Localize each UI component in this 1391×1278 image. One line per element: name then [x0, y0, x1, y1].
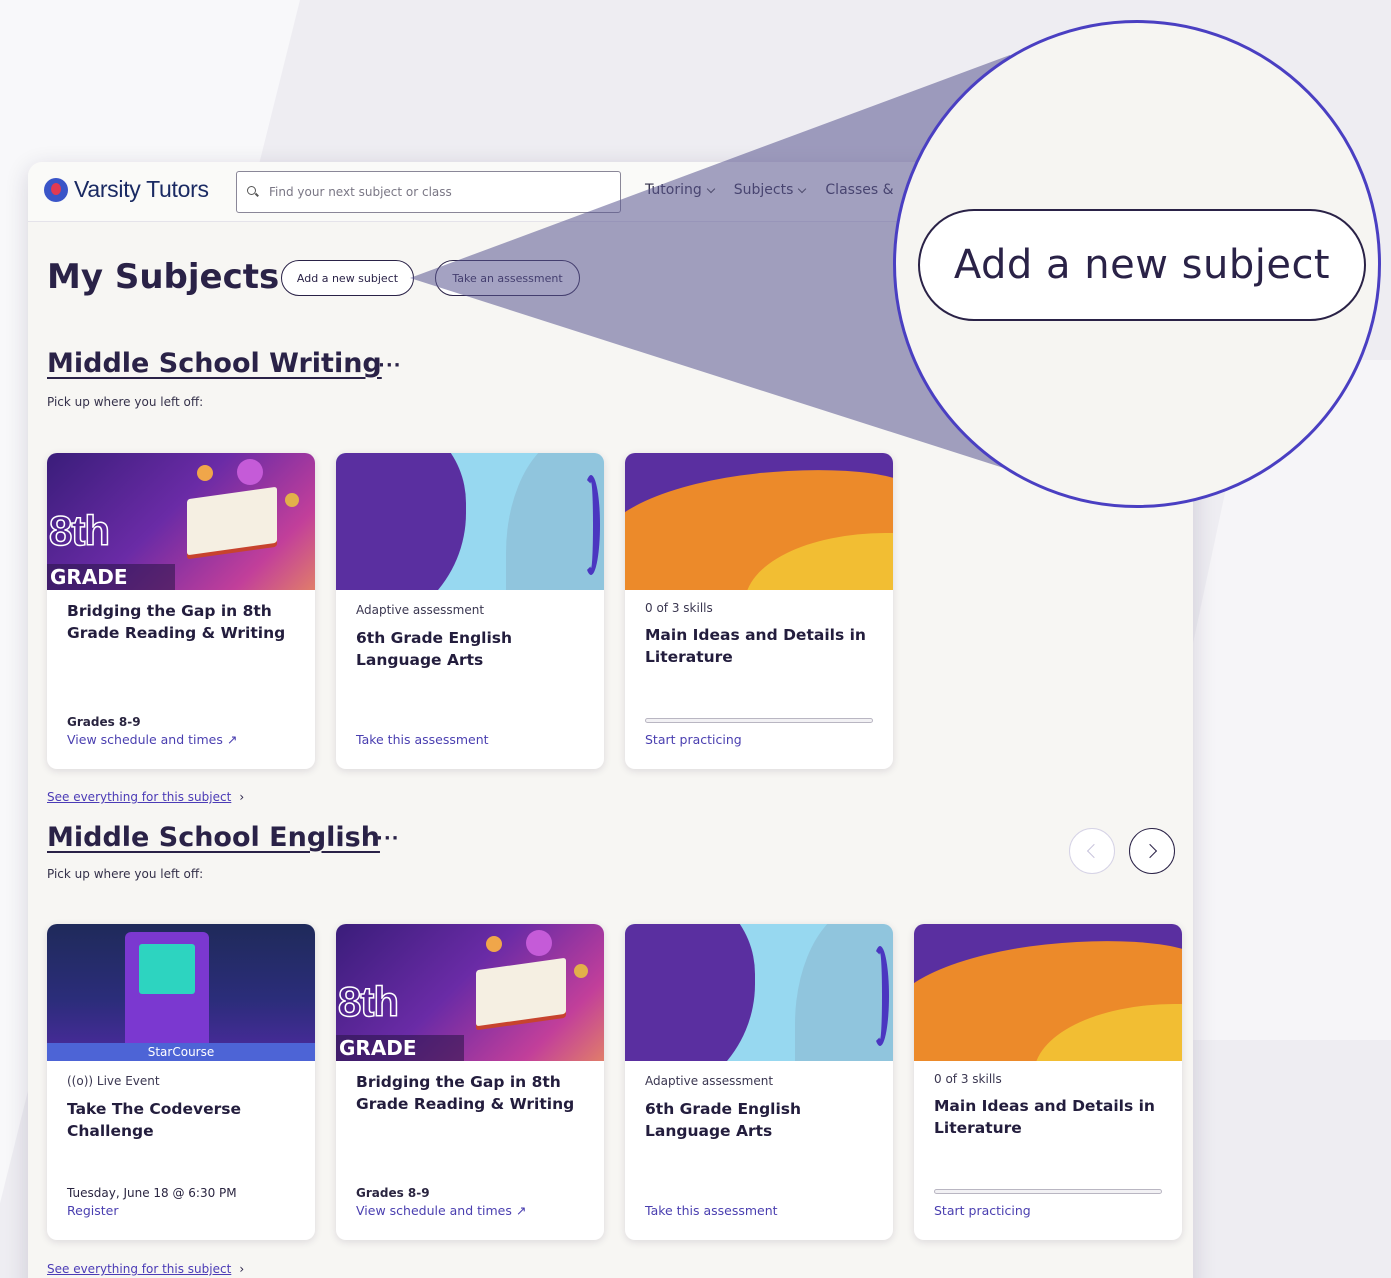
section-subtext: Pick up where you left off:: [47, 395, 204, 409]
card-image-sunset: [625, 453, 893, 590]
chevron-down-icon: [706, 184, 716, 193]
squiggle-decoration: [871, 946, 889, 1046]
zoomed-add-subject-button: Add a new subject: [918, 209, 1366, 321]
progress-bar: [645, 718, 873, 723]
card-link[interactable]: Start practicing: [934, 1203, 1031, 1218]
card-image-text: 8th: [48, 506, 111, 555]
card-link[interactable]: View schedule and times ↗: [67, 732, 237, 747]
section-title-english[interactable]: Middle School English: [47, 822, 380, 853]
book-illustration: [476, 957, 566, 1027]
search-input[interactable]: [269, 185, 599, 199]
card-link[interactable]: Take this assessment: [645, 1203, 778, 1218]
nav-subjects[interactable]: Subjects: [733, 182, 807, 198]
card-title: Take The Codeverse Challenge: [67, 1100, 241, 1140]
orb-decoration: [526, 930, 552, 956]
search-icon: [247, 186, 259, 198]
orb-decoration: [197, 465, 213, 481]
squiggle-decoration: [582, 475, 600, 575]
add-subject-button[interactable]: Add a new subject: [281, 260, 414, 296]
see-all-label: See everything for this subject: [47, 790, 232, 804]
card-image-arcade: StarCourse: [47, 924, 315, 1061]
card-title: 6th Grade English Language Arts: [356, 629, 513, 669]
course-card[interactable]: 0 of 3 skills Main Ideas and Details in …: [625, 453, 893, 769]
progress-bar: [934, 1189, 1162, 1194]
course-card[interactable]: 8th GRADE Bridging the Gap in 8th Grade …: [47, 453, 315, 769]
card-image-sunset: [914, 924, 1182, 1061]
chevron-right-icon: ›: [239, 790, 245, 804]
logo-icon: [44, 177, 68, 202]
card-title: Main Ideas and Details in Literature: [934, 1097, 1155, 1137]
logo[interactable]: Varsity Tutors: [44, 176, 209, 203]
main-nav: Tutoring Subjects Classes &: [645, 182, 894, 198]
card-link[interactable]: Take this assessment: [356, 732, 489, 747]
more-options-icon[interactable]: ···: [376, 828, 400, 849]
card-link[interactable]: View schedule and times ↗: [356, 1203, 526, 1218]
card-title: 6th Grade English Language Arts: [645, 1100, 802, 1140]
card-image-8th-grade: 8th GRADE: [47, 453, 315, 590]
course-card[interactable]: Adaptive assessment 6th Grade English La…: [625, 924, 893, 1240]
orb-decoration: [574, 964, 588, 978]
see-all-label: See everything for this subject: [47, 1262, 232, 1276]
card-image-8th-grade: 8th GRADE: [336, 924, 604, 1061]
card-title: Bridging the Gap in 8th Grade Reading & …: [356, 1073, 575, 1113]
take-assessment-button[interactable]: Take an assessment: [435, 260, 580, 296]
card-image-wave: [336, 453, 604, 590]
live-event-label: ((o)) Live Event: [67, 1074, 160, 1088]
card-image-banner: StarCourse: [47, 1043, 315, 1061]
card-meta: Grades 8-9: [356, 1186, 430, 1200]
event-card[interactable]: StarCourse ((o)) Live Event Take The Cod…: [47, 924, 315, 1240]
card-image-banner: GRADE: [336, 1035, 464, 1061]
zoom-callout-circle: Add a new subject: [893, 20, 1381, 508]
nav-label: Subjects: [733, 182, 794, 198]
nav-tutoring[interactable]: Tutoring: [645, 182, 716, 198]
chevron-right-icon: ›: [239, 1262, 245, 1276]
card-title: Bridging the Gap in 8th Grade Reading & …: [67, 602, 286, 642]
book-illustration: [187, 486, 277, 556]
logo-text: Varsity Tutors: [74, 176, 209, 202]
chevron-left-icon: [1086, 843, 1102, 859]
nav-label: Tutoring: [645, 182, 702, 198]
card-kicker: 0 of 3 skills: [645, 601, 713, 615]
search-box[interactable]: [236, 171, 621, 213]
section-title-writing[interactable]: Middle School Writing: [47, 348, 382, 379]
course-card[interactable]: 0 of 3 skills Main Ideas and Details in …: [914, 924, 1182, 1240]
card-link[interactable]: Start practicing: [645, 732, 742, 747]
card-kicker: Adaptive assessment: [356, 603, 485, 617]
wave-blob: [336, 453, 466, 590]
chevron-down-icon: [798, 184, 807, 193]
card-title: Main Ideas and Details in Literature: [645, 626, 866, 666]
see-all-link[interactable]: See everything for this subject ›: [47, 790, 244, 804]
page-title: My Subjects: [47, 257, 280, 297]
orb-decoration: [486, 936, 502, 952]
card-image-wave: [625, 924, 893, 1061]
course-card[interactable]: 8th GRADE Bridging the Gap in 8th Grade …: [336, 924, 604, 1240]
nav-classes[interactable]: Classes &: [825, 182, 893, 198]
carousel-prev-button[interactable]: [1069, 828, 1115, 874]
arcade-screen: [139, 944, 195, 994]
card-image-banner: GRADE: [47, 564, 175, 590]
wave-blob: [625, 924, 755, 1061]
chevron-right-icon: [1142, 843, 1158, 859]
card-kicker: Adaptive assessment: [645, 1074, 774, 1088]
section-subtext: Pick up where you left off:: [47, 867, 204, 881]
carousel-next-button[interactable]: [1129, 828, 1175, 874]
see-all-link[interactable]: See everything for this subject ›: [47, 1262, 244, 1276]
nav-label: Classes &: [825, 182, 894, 198]
more-options-icon[interactable]: ···: [378, 355, 402, 376]
card-image-text: 8th: [337, 977, 400, 1026]
orb-decoration: [237, 459, 263, 485]
orb-decoration: [285, 493, 299, 507]
card-kicker: 0 of 3 skills: [934, 1072, 1002, 1086]
course-card[interactable]: Adaptive assessment 6th Grade English La…: [336, 453, 604, 769]
card-link[interactable]: Register: [67, 1203, 118, 1218]
event-date: Tuesday, June 18 @ 6:30 PM: [67, 1186, 237, 1200]
card-meta: Grades 8-9: [67, 715, 141, 729]
